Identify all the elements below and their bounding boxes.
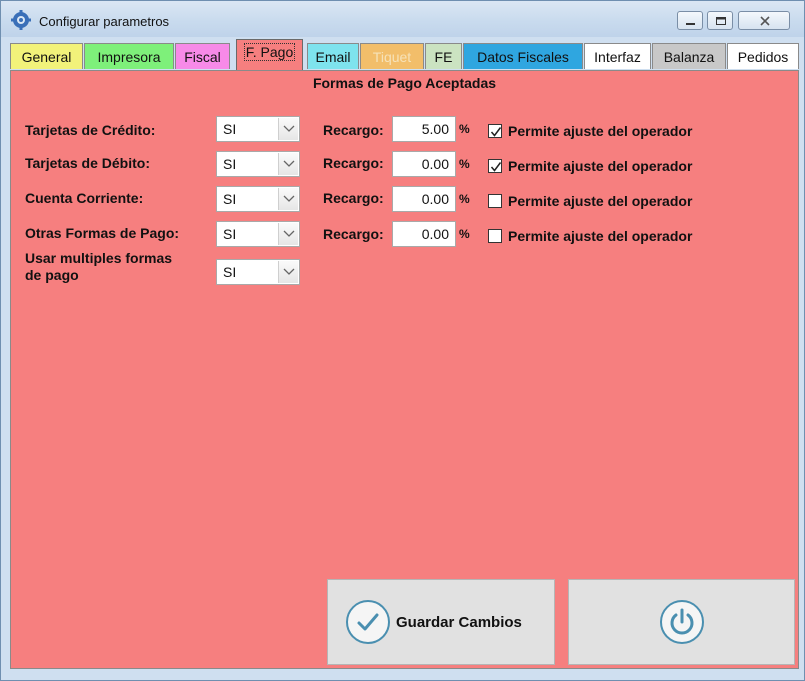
- maximize-icon: [716, 17, 726, 25]
- checkbox-ajuste-cuenta-corriente[interactable]: [488, 194, 502, 208]
- select-value: SI: [223, 156, 237, 172]
- recargo-input-credito[interactable]: 5.00: [392, 116, 456, 142]
- window-title: Configurar parametros: [39, 14, 170, 29]
- save-button[interactable]: Guardar Cambios: [327, 579, 555, 665]
- chevron-down-icon: [283, 268, 295, 275]
- percent-label: %: [459, 157, 470, 171]
- checkbox-ajuste-debito[interactable]: [488, 159, 502, 173]
- config-window: Configurar parametros General Impresora …: [0, 0, 805, 681]
- select-value: SI: [223, 226, 237, 242]
- percent-label: %: [459, 122, 470, 136]
- check-icon: [346, 600, 390, 644]
- dropdown-arrow[interactable]: [278, 118, 298, 140]
- exit-button[interactable]: [568, 579, 795, 665]
- save-button-label: Guardar Cambios: [396, 614, 522, 631]
- recargo-input-otras[interactable]: 0.00: [392, 221, 456, 247]
- tab-fe[interactable]: FE: [425, 43, 462, 69]
- label-multiples-formas: Usar multiples formas de pago: [25, 250, 172, 284]
- tab-datos-fiscales[interactable]: Datos Fiscales: [463, 43, 583, 69]
- title-bar: Configurar parametros: [1, 1, 804, 37]
- checkmark-icon: [490, 162, 502, 172]
- chevron-down-icon: [283, 160, 295, 167]
- label-line-1: Usar multiples formas: [25, 250, 173, 266]
- tab-fiscal[interactable]: Fiscal: [175, 43, 230, 69]
- select-value: SI: [223, 121, 237, 137]
- tab-email[interactable]: Email: [307, 43, 359, 69]
- checkmark-icon: [490, 127, 502, 137]
- label-tarjetas-debito: Tarjetas de Débito:: [25, 155, 150, 171]
- recargo-label: Recargo:: [323, 190, 384, 206]
- percent-label: %: [459, 227, 470, 241]
- tab-strip: General Impresora Fiscal F. Pago Email T…: [10, 39, 800, 70]
- dropdown-arrow[interactable]: [278, 261, 298, 283]
- recargo-input-debito[interactable]: 0.00: [392, 151, 456, 177]
- select-value: SI: [223, 191, 237, 207]
- label-otras-formas: Otras Formas de Pago:: [25, 225, 180, 241]
- percent-label: %: [459, 192, 470, 206]
- formas-de-pago-panel: Formas de Pago Aceptadas Tarjetas de Cré…: [10, 70, 799, 669]
- tab-general[interactable]: General: [10, 43, 83, 69]
- label-cuenta-corriente: Cuenta Corriente:: [25, 190, 144, 206]
- app-gear-icon: [11, 10, 31, 30]
- checkbox-label: Permite ajuste del operador: [508, 228, 693, 244]
- chevron-down-icon: [283, 125, 295, 132]
- dropdown-arrow[interactable]: [278, 153, 298, 175]
- tab-interfaz[interactable]: Interfaz: [584, 43, 651, 69]
- select-otras-formas[interactable]: SI: [216, 221, 300, 247]
- tab-impresora[interactable]: Impresora: [84, 43, 174, 69]
- recargo-label: Recargo:: [323, 122, 384, 138]
- close-button[interactable]: [738, 11, 790, 30]
- tab-f-pago[interactable]: F. Pago: [236, 39, 303, 70]
- label-tarjetas-credito: Tarjetas de Crédito:: [25, 122, 156, 138]
- chevron-down-icon: [283, 230, 295, 237]
- recargo-label: Recargo:: [323, 226, 384, 242]
- maximize-button[interactable]: [707, 11, 733, 30]
- recargo-label: Recargo:: [323, 155, 384, 171]
- dropdown-arrow[interactable]: [278, 223, 298, 245]
- dropdown-arrow[interactable]: [278, 188, 298, 210]
- select-value: SI: [223, 264, 237, 280]
- close-icon: [760, 16, 770, 26]
- chevron-down-icon: [283, 195, 295, 202]
- checkbox-ajuste-credito[interactable]: [488, 124, 502, 138]
- minimize-icon: [686, 23, 695, 25]
- checkbox-label: Permite ajuste del operador: [508, 193, 693, 209]
- select-multiples-formas[interactable]: SI: [216, 259, 300, 285]
- select-cuenta-corriente[interactable]: SI: [216, 186, 300, 212]
- recargo-input-cuenta-corriente[interactable]: 0.00: [392, 186, 456, 212]
- tab-tiquet[interactable]: Tiquet: [360, 43, 424, 69]
- select-tarjetas-credito[interactable]: SI: [216, 116, 300, 142]
- power-icon: [660, 600, 704, 644]
- checkbox-ajuste-otras[interactable]: [488, 229, 502, 243]
- tab-balanza[interactable]: Balanza: [652, 43, 726, 69]
- section-title: Formas de Pago Aceptadas: [312, 75, 497, 91]
- label-line-2: de pago: [25, 267, 79, 283]
- minimize-button[interactable]: [677, 11, 703, 30]
- select-tarjetas-debito[interactable]: SI: [216, 151, 300, 177]
- checkbox-label: Permite ajuste del operador: [508, 123, 693, 139]
- checkbox-label: Permite ajuste del operador: [508, 158, 693, 174]
- tab-pedidos[interactable]: Pedidos: [727, 43, 799, 69]
